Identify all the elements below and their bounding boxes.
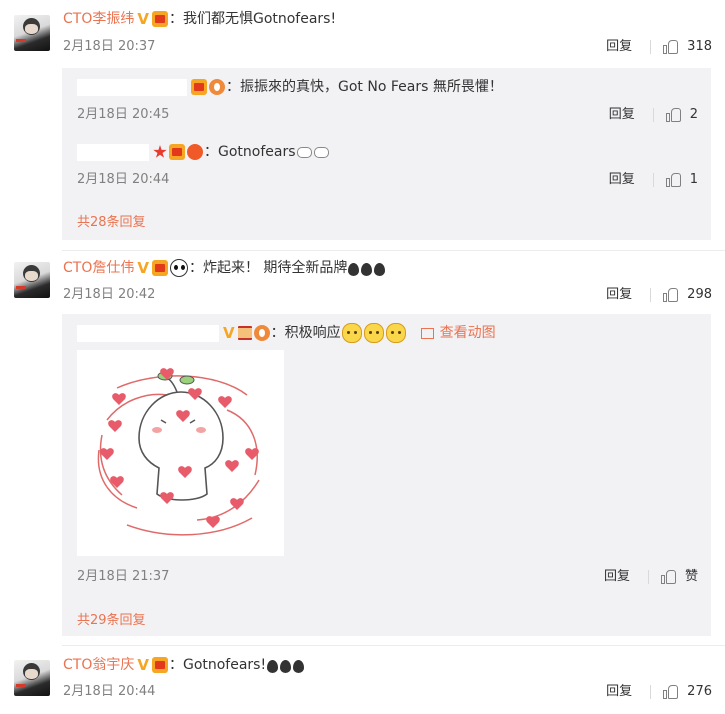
comment-actions: 回复 318 (606, 38, 712, 56)
reply-text: ：振振來的真快，Got No Fears 無所畏懼！ (226, 79, 503, 95)
divider (652, 108, 654, 122)
username-link[interactable] (77, 78, 187, 96)
like-icon[interactable] (665, 107, 682, 123)
reply-actions: 回复 2 (609, 106, 698, 124)
like-count: 318 (687, 39, 712, 54)
verified-icon: V (137, 259, 149, 277)
reply-box: ：振振來的真快，Got No Fears 無所畏懼！ 2月18日 20:45 回… (62, 68, 711, 240)
comment-item: CTO翁宇庆 V ：Gotnofears! 2月18日 20:44 回复 276 (0, 645, 725, 714)
reply-date: 2月18日 21:37 (77, 569, 170, 584)
emoji-icon (385, 323, 406, 343)
hourglass-icon (237, 326, 252, 340)
reply-line: V ：积极响应 查看动图 (77, 323, 496, 343)
emoji-icon (293, 659, 305, 673)
vip-icon (191, 79, 207, 95)
like-count: 2 (689, 107, 698, 122)
emoji-icon (267, 659, 279, 673)
comment-date: 2月18日 20:42 (63, 287, 156, 302)
medal-icon (209, 79, 225, 95)
vip-icon (151, 11, 168, 27)
medal-icon (253, 325, 270, 341)
sticker-drawing (97, 368, 260, 536)
comment-line: CTO翁宇庆 V ：Gotnofears! (63, 655, 305, 675)
panda-icon (169, 259, 188, 277)
reply-line: ：Gotnofears (77, 142, 330, 162)
emoji-icon (363, 323, 384, 343)
reply-date: 2月18日 20:45 (77, 107, 170, 122)
verified-icon: V (137, 656, 149, 674)
emoji-icon (280, 659, 292, 673)
reply-button[interactable]: 回复 (606, 38, 632, 56)
divider (650, 685, 652, 699)
username-link[interactable]: CTO翁宇庆 (63, 655, 134, 675)
emoji-icon (348, 262, 360, 276)
like-icon[interactable] (660, 569, 677, 585)
divider (647, 570, 649, 584)
reply-text: ：Gotnofears (204, 144, 296, 160)
comment-date: 2月18日 20:37 (63, 39, 156, 54)
username-link[interactable] (77, 143, 149, 161)
avatar[interactable] (14, 660, 50, 696)
comment-text: ：Gotnofears! (168, 657, 267, 673)
comment-line: CTO李振纬 V ：我们都无惧Gotnofears! (63, 9, 336, 29)
username-link[interactable]: CTO李振纬 (63, 9, 134, 29)
reply-box: V ：积极响应 查看动图 2月18日 21:37 回复 赞 共29条回复 (62, 314, 711, 636)
reply-date: 2月18日 20:44 (77, 172, 170, 187)
vip-icon (169, 144, 185, 160)
like-count: 276 (687, 684, 712, 699)
vip-icon (151, 260, 168, 276)
like-icon[interactable] (665, 172, 682, 188)
username-link[interactable]: CTO詹仕伟 (63, 258, 134, 278)
comment-line: CTO詹仕伟 V ：炸起来！ 期待全新品牌 (63, 258, 386, 278)
more-replies-link[interactable]: 共28条回复 (77, 211, 146, 230)
reply-button[interactable]: 回复 (609, 106, 635, 124)
like-icon[interactable] (663, 287, 679, 303)
comment-date: 2月18日 20:44 (63, 684, 156, 699)
reply-button[interactable]: 回复 (604, 568, 630, 586)
image-icon (420, 327, 434, 339)
like-count: 298 (687, 287, 712, 302)
comment-text: ：我们都无惧Gotnofears! (168, 11, 337, 27)
verified-icon: V (223, 324, 235, 342)
more-replies-link[interactable]: 共29条回复 (77, 609, 146, 628)
emoji-icon (374, 262, 386, 276)
comment-actions: 回复 276 (606, 683, 712, 701)
like-icon[interactable] (663, 684, 679, 700)
avatar[interactable] (14, 262, 50, 298)
comment-item: CTO李振纬 V ：我们都无惧Gotnofears! 2月18日 20:37 回… (0, 0, 725, 250)
emoji-icon (313, 146, 329, 158)
reply-text: ：积极响应 (270, 325, 341, 341)
like-label[interactable]: 赞 (685, 568, 698, 586)
like-icon[interactable] (663, 39, 679, 55)
star-icon (153, 145, 167, 158)
view-gif-label: 查看动图 (439, 325, 496, 341)
vip-icon (151, 657, 168, 673)
divider (652, 173, 654, 187)
divider (650, 288, 652, 302)
like-count: 1 (689, 172, 698, 187)
reply-line: ：振振來的真快，Got No Fears 無所畏懼！ (77, 77, 503, 97)
verified-icon: V (137, 10, 149, 28)
fortune-icon (187, 144, 203, 160)
comment-text: ：炸起来！ 期待全新品牌 (188, 260, 348, 276)
reply-actions: 回复 赞 (604, 568, 698, 586)
reply-button[interactable]: 回复 (609, 171, 635, 189)
emoji-icon (341, 323, 362, 343)
emoji-icon (296, 146, 312, 158)
avatar[interactable] (14, 15, 50, 51)
reply-button[interactable]: 回复 (606, 286, 632, 304)
sticker-image[interactable] (77, 350, 284, 556)
comment-item: CTO詹仕伟 V ：炸起来！ 期待全新品牌 2月18日 20:42 回复 298… (0, 250, 725, 645)
divider (650, 40, 652, 54)
reply-button[interactable]: 回复 (606, 683, 632, 701)
username-link[interactable] (77, 324, 219, 342)
emoji-icon (361, 262, 373, 276)
view-gif-link[interactable]: 查看动图 (420, 323, 496, 343)
comment-actions: 回复 298 (606, 286, 712, 304)
reply-actions: 回复 1 (609, 171, 698, 189)
